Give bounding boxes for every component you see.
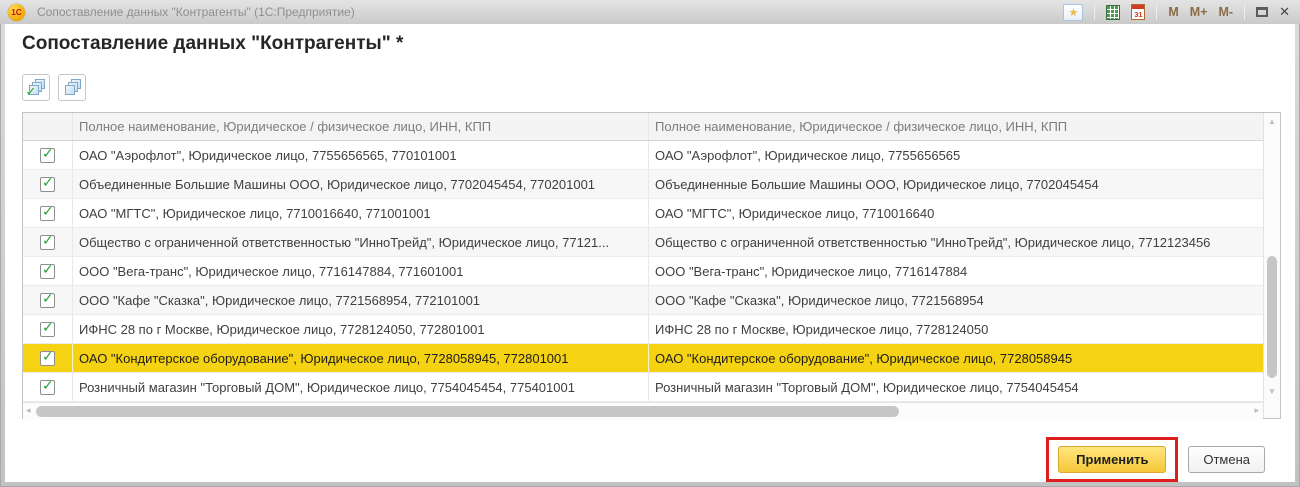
- header-right-column[interactable]: Полное наименование, Юридическое / физич…: [649, 113, 1263, 140]
- titlebar-separator: [1156, 4, 1157, 20]
- checkmark-icon: ✓: [42, 174, 54, 191]
- row-left-text[interactable]: Общество с ограниченной ответственностью…: [73, 228, 649, 256]
- row-checkbox-cell: ✓: [23, 228, 73, 256]
- checkmark-icon: ✓: [42, 290, 54, 307]
- title-bar: 1С Сопоставление данных "Контрагенты" (1…: [0, 0, 1300, 24]
- row-right-text[interactable]: Объединенные Большие Машины ООО, Юридиче…: [649, 170, 1263, 198]
- titlebar-separator: [1244, 4, 1245, 20]
- checkmark-icon: ✓: [42, 377, 54, 394]
- dialog-footer: Применить Отмена: [1046, 437, 1265, 482]
- row-checkbox-cell: ✓: [23, 257, 73, 285]
- row-left-text[interactable]: ОАО "Кондитерское оборудование", Юридиче…: [73, 344, 649, 372]
- row-checkbox[interactable]: ✓: [40, 235, 55, 250]
- row-checkbox-cell: ✓: [23, 344, 73, 372]
- maximize-icon: [1256, 7, 1268, 17]
- 1c-logo-icon: 1С: [8, 4, 25, 21]
- row-checkbox[interactable]: ✓: [40, 293, 55, 308]
- row-checkbox-cell: ✓: [23, 199, 73, 227]
- table-row[interactable]: ✓ ООО "Кафе "Сказка", Юридическое лицо, …: [23, 286, 1263, 315]
- table-row[interactable]: ✓ Розничный магазин "Торговый ДОМ", Юрид…: [23, 373, 1263, 402]
- row-checkbox[interactable]: ✓: [40, 351, 55, 366]
- row-checkbox[interactable]: ✓: [40, 380, 55, 395]
- checkmark-icon: ✓: [42, 348, 54, 365]
- table-body: ✓ ОАО "Аэрофлот", Юридическое лицо, 7755…: [23, 141, 1263, 402]
- row-checkbox[interactable]: ✓: [40, 206, 55, 221]
- titlebar-separator: [1094, 4, 1095, 20]
- scroll-left-icon[interactable]: ◂: [26, 405, 31, 416]
- dialog-content: Сопоставление данных "Контрагенты" * ✓ П…: [5, 24, 1295, 482]
- cancel-button[interactable]: Отмена: [1188, 446, 1265, 473]
- app-window: 1С Сопоставление данных "Контрагенты" (1…: [0, 0, 1300, 487]
- maximize-button[interactable]: [1256, 7, 1268, 17]
- table-row[interactable]: ✓ ОАО "Аэрофлот", Юридическое лицо, 7755…: [23, 141, 1263, 170]
- row-checkbox[interactable]: ✓: [40, 148, 55, 163]
- scroll-up-icon[interactable]: ▲: [1268, 117, 1276, 126]
- vertical-scrollbar[interactable]: ▲ ▼: [1263, 113, 1280, 418]
- row-checkbox-cell: ✓: [23, 315, 73, 343]
- memory-plus-button[interactable]: M+: [1190, 5, 1208, 19]
- close-button[interactable]: ✕: [1279, 4, 1290, 20]
- row-checkbox[interactable]: ✓: [40, 322, 55, 337]
- row-right-text[interactable]: Розничный магазин "Торговый ДОМ", Юридич…: [649, 373, 1263, 401]
- header-left-column[interactable]: Полное наименование, Юридическое / физич…: [73, 113, 649, 140]
- table-row[interactable]: ✓ ООО "Вега-транс", Юридическое лицо, 77…: [23, 257, 1263, 286]
- row-right-text[interactable]: ОАО "Кондитерское оборудование", Юридиче…: [649, 344, 1263, 372]
- horizontal-scrollbar-thumb[interactable]: [36, 406, 899, 417]
- toolbar: ✓: [22, 74, 86, 101]
- horizontal-scrollbar[interactable]: ◂ ▸: [23, 402, 1263, 420]
- vertical-scrollbar-thumb[interactable]: [1267, 256, 1277, 378]
- row-checkbox-cell: ✓: [23, 170, 73, 198]
- checkmark-icon: ✓: [42, 232, 54, 249]
- window-title: Сопоставление данных "Контрагенты" (1С:П…: [37, 5, 1063, 19]
- memory-minus-button[interactable]: M-: [1219, 5, 1234, 19]
- check-all-icon: ✓: [28, 79, 45, 96]
- table-row[interactable]: ✓ ОАО "Кондитерское оборудование", Юриди…: [23, 344, 1263, 373]
- header-checkbox-cell: [23, 113, 73, 140]
- row-checkbox[interactable]: ✓: [40, 177, 55, 192]
- scroll-right-icon[interactable]: ▸: [1254, 405, 1259, 416]
- checkmark-icon: ✓: [42, 203, 54, 220]
- annotation-highlight-box: Применить: [1046, 437, 1178, 482]
- row-right-text[interactable]: ООО "Вега-транс", Юридическое лицо, 7716…: [649, 257, 1263, 285]
- table-row[interactable]: ✓ Объединенные Большие Машины ООО, Юриди…: [23, 170, 1263, 199]
- row-checkbox-cell: ✓: [23, 141, 73, 169]
- checkmark-icon: ✓: [42, 261, 54, 278]
- uncheck-all-button[interactable]: [58, 74, 86, 101]
- uncheck-all-icon: [64, 79, 81, 96]
- checkmark-icon: ✓: [42, 319, 54, 336]
- row-left-text[interactable]: ИФНС 28 по г Москве, Юридическое лицо, 7…: [73, 315, 649, 343]
- row-right-text[interactable]: Общество с ограниченной ответственностью…: [649, 228, 1263, 256]
- row-left-text[interactable]: Розничный магазин "Торговый ДОМ", Юридич…: [73, 373, 649, 401]
- table-row[interactable]: ✓ Общество с ограниченной ответственност…: [23, 228, 1263, 257]
- row-left-text[interactable]: ОАО "Аэрофлот", Юридическое лицо, 775565…: [73, 141, 649, 169]
- calendar-icon[interactable]: 31: [1131, 4, 1145, 20]
- checkmark-icon: ✓: [42, 145, 54, 162]
- row-left-text[interactable]: ООО "Вега-транс", Юридическое лицо, 7716…: [73, 257, 649, 285]
- scroll-down-icon[interactable]: ▼: [1268, 387, 1276, 396]
- table-row[interactable]: ✓ ОАО "МГТС", Юридическое лицо, 77100166…: [23, 199, 1263, 228]
- table-row[interactable]: ✓ ИФНС 28 по г Москве, Юридическое лицо,…: [23, 315, 1263, 344]
- row-right-text[interactable]: ОАО "Аэрофлот", Юридическое лицо, 775565…: [649, 141, 1263, 169]
- row-checkbox-cell: ✓: [23, 373, 73, 401]
- favorites-star-icon[interactable]: ★: [1063, 4, 1083, 21]
- row-left-text[interactable]: Объединенные Большие Машины ООО, Юридиче…: [73, 170, 649, 198]
- page-title: Сопоставление данных "Контрагенты" *: [22, 33, 403, 55]
- row-left-text[interactable]: ОАО "МГТС", Юридическое лицо, 7710016640…: [73, 199, 649, 227]
- apply-button[interactable]: Применить: [1058, 446, 1166, 473]
- row-right-text[interactable]: ИФНС 28 по г Москве, Юридическое лицо, 7…: [649, 315, 1263, 343]
- row-checkbox[interactable]: ✓: [40, 264, 55, 279]
- calculator-icon[interactable]: [1106, 5, 1120, 20]
- table-header-row: Полное наименование, Юридическое / физич…: [23, 113, 1263, 141]
- mapping-table: Полное наименование, Юридическое / физич…: [22, 112, 1281, 419]
- check-all-button[interactable]: ✓: [22, 74, 50, 101]
- row-checkbox-cell: ✓: [23, 286, 73, 314]
- memory-recall-button[interactable]: M: [1168, 5, 1178, 19]
- row-right-text[interactable]: ОАО "МГТС", Юридическое лицо, 7710016640: [649, 199, 1263, 227]
- row-left-text[interactable]: ООО "Кафе "Сказка", Юридическое лицо, 77…: [73, 286, 649, 314]
- row-right-text[interactable]: ООО "Кафе "Сказка", Юридическое лицо, 77…: [649, 286, 1263, 314]
